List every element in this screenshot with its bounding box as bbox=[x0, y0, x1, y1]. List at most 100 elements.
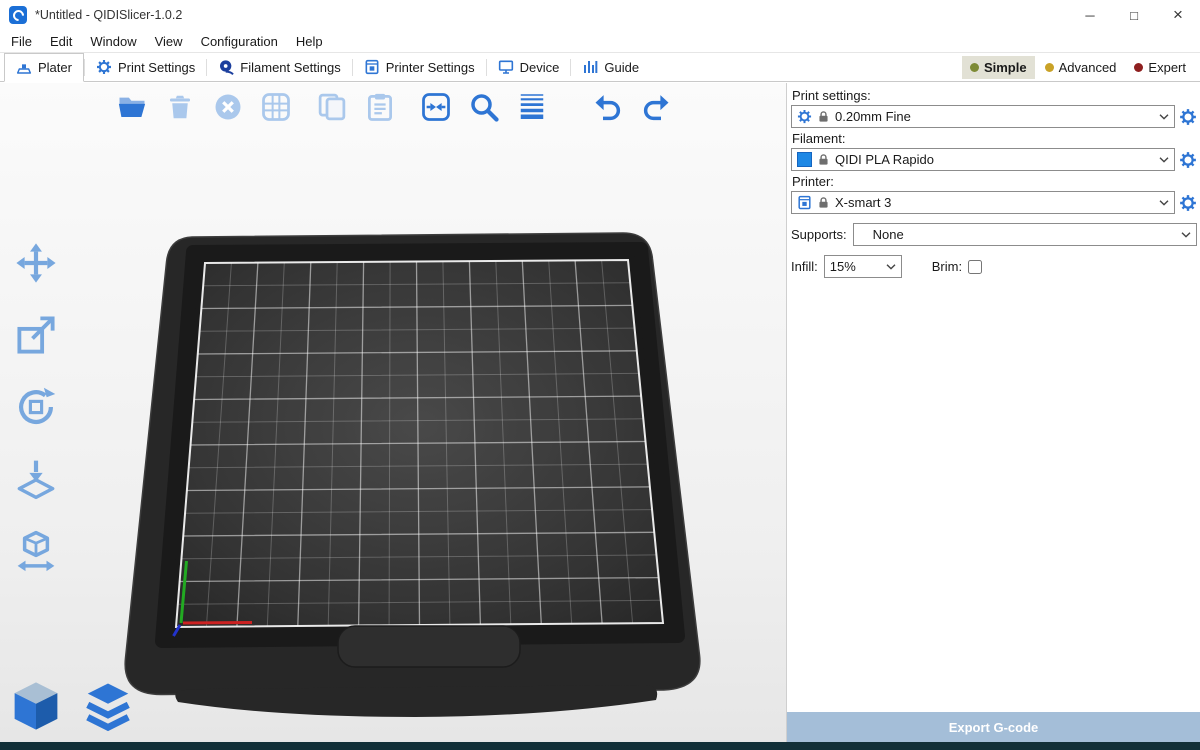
layer-height-icon bbox=[517, 92, 547, 122]
copy-button[interactable] bbox=[312, 88, 352, 126]
chevron-down-icon bbox=[1159, 200, 1169, 206]
tab-bar: Plater Print Settings Filament Settings … bbox=[0, 52, 1200, 82]
menu-file[interactable]: File bbox=[2, 32, 41, 51]
advanced-mode-dot-icon bbox=[1045, 63, 1054, 72]
search-icon bbox=[469, 92, 499, 122]
menu-edit[interactable]: Edit bbox=[41, 32, 81, 51]
window-controls: ─ □ × bbox=[1068, 0, 1200, 30]
sidebar: Print settings: 0.20mm Fine Filament: QI… bbox=[786, 83, 1200, 742]
tab-label: Filament Settings bbox=[240, 60, 340, 75]
window-bottom-edge bbox=[0, 742, 1200, 750]
brim-label: Brim: bbox=[932, 259, 962, 274]
merge-button[interactable] bbox=[416, 88, 456, 126]
measure-button[interactable] bbox=[12, 527, 60, 575]
infill-value: 15% bbox=[830, 259, 856, 274]
delete-all-button[interactable] bbox=[208, 88, 248, 126]
printer-label: Printer: bbox=[792, 174, 1197, 189]
filament-gear-button[interactable] bbox=[1179, 151, 1197, 169]
mode-advanced[interactable]: Advanced bbox=[1037, 56, 1125, 79]
close-button[interactable]: × bbox=[1156, 0, 1200, 30]
print-settings-dropdown[interactable]: 0.20mm Fine bbox=[791, 105, 1175, 128]
filament-value: QIDI PLA Rapido bbox=[835, 152, 934, 167]
print-bed bbox=[0, 83, 786, 742]
mode-expert[interactable]: Expert bbox=[1126, 56, 1194, 79]
infill-dropdown[interactable]: 15% bbox=[824, 255, 902, 278]
tab-label: Device bbox=[520, 60, 560, 75]
place-on-face-icon bbox=[15, 458, 57, 500]
printer-gear-button[interactable] bbox=[1179, 194, 1197, 212]
tab-guide[interactable]: Guide bbox=[571, 53, 650, 81]
menu-view[interactable]: View bbox=[146, 32, 192, 51]
preview-view-button[interactable] bbox=[78, 676, 138, 736]
scale-icon bbox=[15, 314, 57, 356]
supports-dropdown[interactable]: None bbox=[853, 223, 1197, 246]
brim-checkbox[interactable] bbox=[968, 260, 982, 274]
tab-label: Printer Settings bbox=[386, 60, 475, 75]
tab-printer-settings[interactable]: Printer Settings bbox=[353, 53, 486, 81]
print-settings-gear-button[interactable] bbox=[1179, 108, 1197, 126]
copy-icon bbox=[317, 92, 347, 122]
lock-icon bbox=[817, 196, 830, 209]
printer-icon bbox=[797, 195, 812, 210]
tab-print-settings[interactable]: Print Settings bbox=[85, 53, 206, 81]
titlebar: *Untitled - QIDISlicer-1.0.2 ─ □ × bbox=[0, 0, 1200, 30]
move-arrows-icon bbox=[15, 242, 57, 284]
mode-switcher: Simple Advanced Expert bbox=[962, 53, 1196, 81]
filament-label: Filament: bbox=[792, 131, 1197, 146]
maximize-button[interactable]: □ bbox=[1112, 0, 1156, 30]
move-button[interactable] bbox=[12, 239, 60, 287]
menu-bar: File Edit Window View Configuration Help bbox=[0, 30, 1200, 52]
tab-label: Guide bbox=[604, 60, 639, 75]
paste-button[interactable] bbox=[360, 88, 400, 126]
chevron-down-icon bbox=[1159, 157, 1169, 163]
measure-icon bbox=[15, 530, 57, 572]
redo-button[interactable] bbox=[636, 88, 676, 126]
filament-dropdown[interactable]: QIDI PLA Rapido bbox=[791, 148, 1175, 171]
undo-icon bbox=[593, 92, 623, 122]
arrange-button[interactable] bbox=[256, 88, 296, 126]
tab-filament-settings[interactable]: Filament Settings bbox=[207, 53, 351, 81]
filament-color-swatch bbox=[797, 152, 812, 167]
search-button[interactable] bbox=[464, 88, 504, 126]
tab-device[interactable]: Device bbox=[487, 53, 571, 81]
delete-button[interactable] bbox=[160, 88, 200, 126]
rotate-button[interactable] bbox=[12, 383, 60, 431]
editor-view-button[interactable] bbox=[6, 676, 66, 736]
print-settings-label: Print settings: bbox=[792, 88, 1197, 103]
bed-handle bbox=[338, 626, 520, 667]
3d-viewport[interactable] bbox=[0, 83, 786, 742]
app-logo-icon bbox=[9, 6, 27, 24]
redo-icon bbox=[641, 92, 671, 122]
supports-label: Supports: bbox=[791, 227, 847, 242]
plater-bed-icon bbox=[16, 60, 32, 76]
trash-icon bbox=[165, 92, 195, 122]
3d-cube-icon bbox=[9, 679, 63, 733]
tab-plater[interactable]: Plater bbox=[4, 53, 84, 82]
tab-label: Plater bbox=[38, 60, 72, 75]
export-gcode-button[interactable]: Export G-code bbox=[787, 712, 1200, 742]
chevron-down-icon bbox=[1159, 114, 1169, 120]
mode-simple[interactable]: Simple bbox=[962, 56, 1035, 79]
menu-configuration[interactable]: Configuration bbox=[192, 32, 287, 51]
gizmo-toolbar bbox=[12, 239, 60, 575]
simple-mode-dot-icon bbox=[970, 63, 979, 72]
device-monitor-icon bbox=[498, 59, 514, 75]
filament-spool-icon bbox=[218, 59, 234, 75]
arrange-grid-icon bbox=[261, 92, 291, 122]
view-switcher bbox=[6, 676, 138, 736]
paste-icon bbox=[365, 92, 395, 122]
scale-button[interactable] bbox=[12, 311, 60, 359]
minimize-button[interactable]: ─ bbox=[1068, 0, 1112, 30]
chevron-down-icon bbox=[886, 264, 896, 270]
circle-x-icon bbox=[213, 92, 243, 122]
open-folder-button[interactable] bbox=[112, 88, 152, 126]
tab-label: Print Settings bbox=[118, 60, 195, 75]
place-on-face-button[interactable] bbox=[12, 455, 60, 503]
variable-layer-height-button[interactable] bbox=[512, 88, 552, 126]
menu-help[interactable]: Help bbox=[287, 32, 332, 51]
undo-button[interactable] bbox=[588, 88, 628, 126]
printer-dropdown[interactable]: X-smart 3 bbox=[791, 191, 1175, 214]
lock-icon bbox=[817, 153, 830, 166]
menu-window[interactable]: Window bbox=[81, 32, 145, 51]
window-title: *Untitled - QIDISlicer-1.0.2 bbox=[35, 8, 182, 22]
